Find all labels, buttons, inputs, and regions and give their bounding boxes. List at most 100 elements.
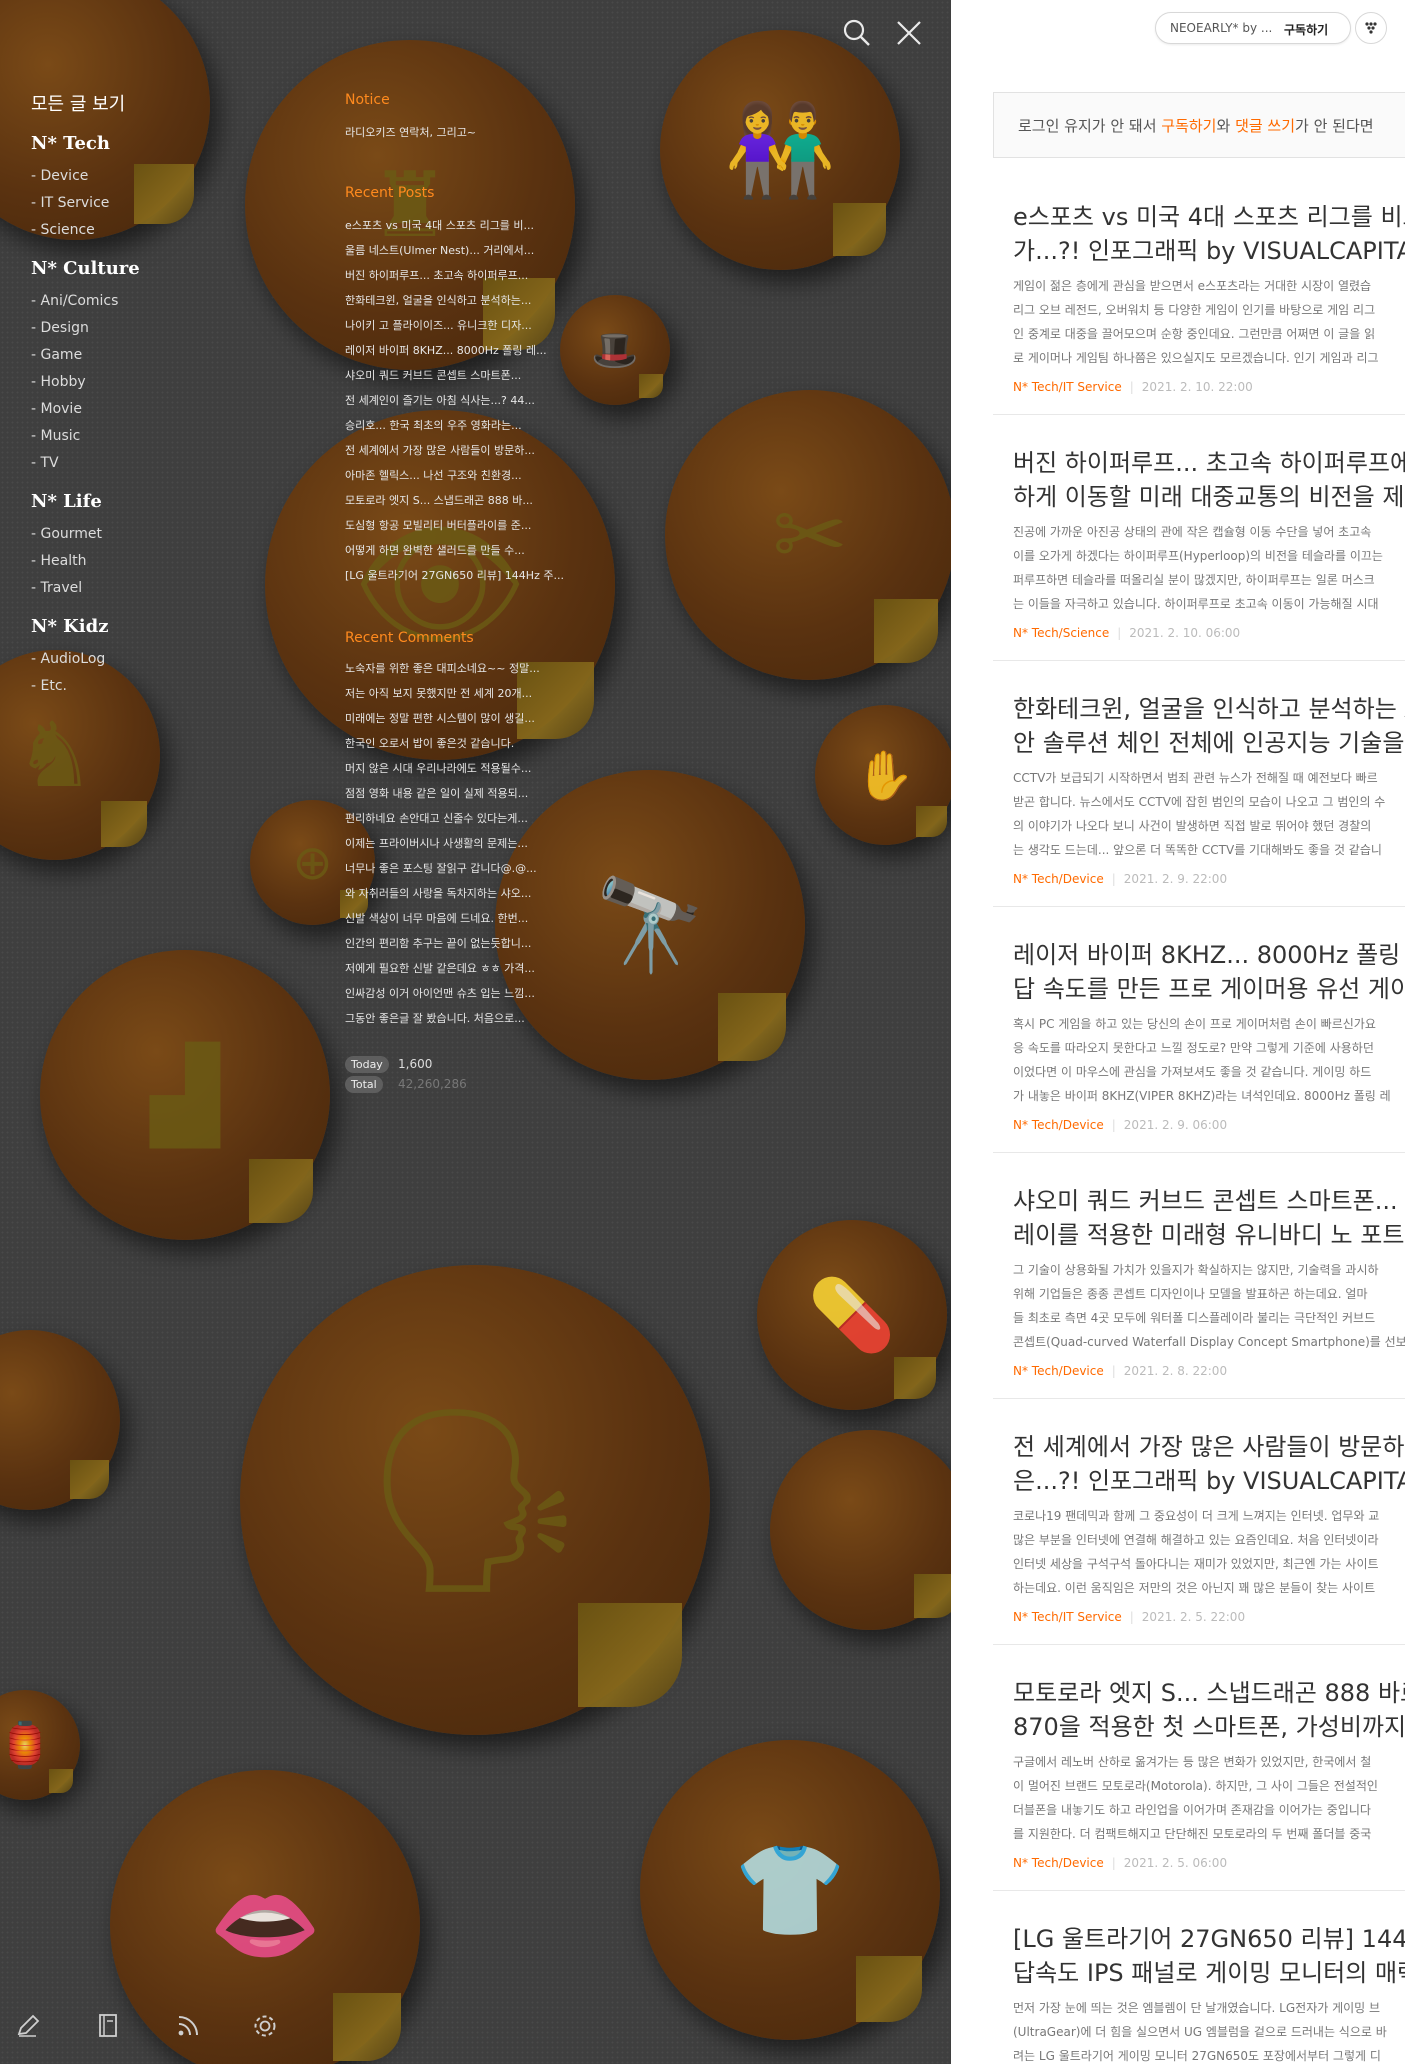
- recent-comment-item[interactable]: 저는 아직 보지 못했지만 전 세계 20개...: [345, 685, 580, 701]
- recent-post-item[interactable]: 도심형 항공 모빌리티 버터플라이를 준...: [345, 517, 580, 533]
- post-card[interactable]: 한화테크윈, 얼굴을 인식하고 분석하는 A안 솔루션 체인 전체에 인공지능 …: [993, 660, 1405, 886]
- category-item-health[interactable]: - Health: [31, 553, 86, 569]
- category-item-music[interactable]: - Music: [31, 428, 80, 444]
- post-card[interactable]: e스포츠 vs 미국 4대 스포츠 리그를 비교 가...?! 인포그래픽 by …: [993, 200, 1405, 394]
- recent-comment-item[interactable]: 신발 색상이 너무 마음에 드네요. 한번...: [345, 910, 580, 926]
- subscribe-button[interactable]: 구독하기: [1284, 21, 1328, 38]
- all-posts-link[interactable]: 모든 글 보기: [31, 90, 125, 116]
- post-category-link[interactable]: N* Tech/Device: [1013, 1118, 1104, 1132]
- menu-button[interactable]: [1355, 12, 1387, 44]
- post-category-link[interactable]: N* Tech/IT Service: [1013, 380, 1122, 394]
- category-n-tech[interactable]: N* Tech: [31, 133, 110, 154]
- post-category-link[interactable]: N* Tech/Device: [1013, 872, 1104, 886]
- category-item-gourmet[interactable]: - Gourmet: [31, 526, 102, 542]
- post-card[interactable]: 전 세계에서 가장 많은 사람들이 방문하는 은...?! 인포그래픽 by VI…: [993, 1398, 1405, 1624]
- book-icon[interactable]: [94, 2012, 122, 2040]
- recent-comment-item[interactable]: 편리하네요 손안대고 신줄수 있다는게...: [345, 810, 580, 826]
- post-title-line[interactable]: 답 속도를 만든 프로 게이머용 유선 게이: [1013, 972, 1405, 1006]
- recent-comment-item[interactable]: 그동안 좋은글 잘 봤습니다. 처음으로...: [345, 1010, 580, 1026]
- post-title-line[interactable]: 한화테크윈, 얼굴을 인식하고 분석하는 A: [1013, 692, 1405, 726]
- close-icon[interactable]: [892, 16, 926, 50]
- recent-comment-item[interactable]: 미래에는 정말 편한 시스템이 많이 생길...: [345, 710, 580, 726]
- recent-post-item[interactable]: 아마존 헬릭스... 나선 구조와 친환경...: [345, 467, 580, 483]
- recent-post-item[interactable]: e스포츠 vs 미국 4대 스포츠 리그를 비...: [345, 217, 580, 233]
- post-title-line[interactable]: 레이저 바이퍼 8KHZ... 8000Hz 폴링 레이: [1013, 938, 1405, 972]
- category-n-culture[interactable]: N* Culture: [31, 258, 140, 279]
- post-card[interactable]: 버진 하이퍼루프... 초고속 하이퍼루프에 하게 이동할 미래 대중교통의 비전…: [993, 414, 1405, 640]
- notice-subscribe-link[interactable]: 구독하기: [1161, 117, 1216, 135]
- recent-post-item[interactable]: 한화테크윈, 얼굴을 인식하고 분석하는...: [345, 292, 580, 308]
- post-title[interactable]: 전 세계에서 가장 많은 사람들이 방문하는 은...?! 인포그래픽 by VI…: [1013, 1430, 1405, 1498]
- recent-post-item[interactable]: 샤오미 쿼드 커브드 콘셉트 스마트폰...: [345, 367, 580, 383]
- category-item-game[interactable]: - Game: [31, 347, 82, 363]
- category-item-hobby[interactable]: - Hobby: [31, 374, 86, 390]
- notice-item[interactable]: 라디오키즈 연락처, 그리고~: [345, 124, 580, 140]
- post-card[interactable]: [LG 울트라기어 27GN650 리뷰] 144Hz 답속도 IPS 패널로 게…: [993, 1890, 1405, 2068]
- post-title-line[interactable]: [LG 울트라기어 27GN650 리뷰] 144Hz: [1013, 1922, 1405, 1956]
- post-category-link[interactable]: N* Tech/Science: [1013, 626, 1109, 640]
- category-item-travel[interactable]: - Travel: [31, 580, 82, 596]
- post-title-line[interactable]: 답속도 IPS 패널로 게이밍 모니터의 매력: [1013, 1956, 1405, 1990]
- category-item-etc[interactable]: - Etc.: [31, 678, 67, 694]
- post-title[interactable]: [LG 울트라기어 27GN650 리뷰] 144Hz 답속도 IPS 패널로 게…: [1013, 1922, 1405, 1990]
- recent-post-item[interactable]: 울름 네스트(Ulmer Nest)... 거리에서...: [345, 242, 580, 258]
- post-card[interactable]: 모토로라 엣지 S... 스냅드래곤 888 바로 870을 적용한 첫 스마트폰…: [993, 1644, 1405, 1870]
- recent-post-item[interactable]: 나이키 고 플라이이즈... 유니크한 디자...: [345, 317, 580, 333]
- recent-post-item[interactable]: 모토로라 엣지 S... 스냅드래곤 888 바...: [345, 492, 580, 508]
- post-title-line[interactable]: e스포츠 vs 미국 4대 스포츠 리그를 비교: [1013, 200, 1405, 234]
- post-title-line[interactable]: 전 세계에서 가장 많은 사람들이 방문하는: [1013, 1430, 1405, 1464]
- post-card[interactable]: 레이저 바이퍼 8KHZ... 8000Hz 폴링 레이답 속도를 만든 프로 …: [993, 906, 1405, 1132]
- gear-icon[interactable]: [251, 2012, 279, 2040]
- post-title[interactable]: 레이저 바이퍼 8KHZ... 8000Hz 폴링 레이답 속도를 만든 프로 …: [1013, 938, 1405, 1006]
- post-title-line[interactable]: 은...?! 인포그래픽 by VISUALCAPITAL: [1013, 1464, 1405, 1498]
- post-title-line[interactable]: 레이를 적용한 미래형 유니바디 노 포트: [1013, 1218, 1405, 1252]
- recent-post-item[interactable]: 버진 하이퍼루프... 초고속 하이퍼루프...: [345, 267, 580, 283]
- category-item-ani-comics[interactable]: - Ani/Comics: [31, 293, 118, 309]
- category-n-life[interactable]: N* Life: [31, 491, 102, 512]
- post-category-link[interactable]: N* Tech/Device: [1013, 1856, 1104, 1870]
- recent-comment-item[interactable]: 와 자취러들의 사랑을 독차지하는 샤오...: [345, 885, 580, 901]
- subscribe-pill[interactable]: NEOEARLY* by ... 구독하기: [1155, 12, 1351, 44]
- post-title[interactable]: 버진 하이퍼루프... 초고속 하이퍼루프에 하게 이동할 미래 대중교통의 비전…: [1013, 446, 1405, 514]
- recent-comment-item[interactable]: 인싸감성 이거 아이언맨 슈츠 입는 느낌...: [345, 985, 580, 1001]
- post-title[interactable]: 모토로라 엣지 S... 스냅드래곤 888 바로 870을 적용한 첫 스마트폰…: [1013, 1676, 1405, 1744]
- recent-comment-item[interactable]: 머지 않은 시대 우리나라에도 적용될수...: [345, 760, 580, 776]
- category-item-science[interactable]: - Science: [31, 222, 95, 238]
- recent-comment-item[interactable]: 한국인 오로서 밥이 좋은것 같습니다.: [345, 735, 580, 751]
- search-icon[interactable]: [840, 16, 874, 50]
- category-item-audiolog[interactable]: - AudioLog: [31, 651, 105, 667]
- category-item-design[interactable]: - Design: [31, 320, 89, 336]
- category-item-movie[interactable]: - Movie: [31, 401, 82, 417]
- post-card[interactable]: 샤오미 쿼드 커브드 콘셉트 스마트폰... 워 레이를 적용한 미래형 유니바디…: [993, 1152, 1405, 1378]
- recent-comment-item[interactable]: 너무나 좋은 포스팅 잘읽구 갑니다@.@...: [345, 860, 580, 876]
- post-category-link[interactable]: N* Tech/IT Service: [1013, 1610, 1122, 1624]
- post-title-line[interactable]: 안 솔루션 체인 전체에 인공지능 기술을: [1013, 726, 1405, 760]
- recent-post-item[interactable]: 어떻게 하면 완벽한 샐러드를 만들 수...: [345, 542, 580, 558]
- category-item-tv[interactable]: - TV: [31, 455, 59, 471]
- recent-comment-item[interactable]: 이제는 프라이버시나 사생활의 문제는...: [345, 835, 580, 851]
- recent-comment-item[interactable]: 노숙자를 위한 좋은 대피소네요~~ 정말...: [345, 660, 580, 676]
- post-title[interactable]: 한화테크윈, 얼굴을 인식하고 분석하는 A안 솔루션 체인 전체에 인공지능 …: [1013, 692, 1405, 760]
- post-title-line[interactable]: 하게 이동할 미래 대중교통의 비전을 제: [1013, 480, 1405, 514]
- rss-icon[interactable]: [174, 2012, 202, 2040]
- recent-post-item[interactable]: 전 세계인이 즐기는 아침 식사는...? 44...: [345, 392, 580, 408]
- post-category-link[interactable]: N* Tech/Device: [1013, 1364, 1104, 1378]
- recent-post-item[interactable]: 전 세계에서 가장 많은 사람들이 방문하...: [345, 442, 580, 458]
- post-title-line[interactable]: 가...?! 인포그래픽 by VISUALCAPITAL: [1013, 234, 1405, 268]
- post-title-line[interactable]: 모토로라 엣지 S... 스냅드래곤 888 바로: [1013, 1676, 1405, 1710]
- post-title-line[interactable]: 샤오미 쿼드 커브드 콘셉트 스마트폰... 워: [1013, 1184, 1405, 1218]
- recent-post-item[interactable]: 레이저 바이퍼 8KHZ... 8000Hz 폴링 레...: [345, 342, 580, 358]
- recent-post-item[interactable]: 승리호... 한국 최초의 우주 영화라는...: [345, 417, 580, 433]
- recent-comment-item[interactable]: 저에게 필요한 신발 같은데요 ㅎㅎ 가격...: [345, 960, 580, 976]
- category-item-device[interactable]: - Device: [31, 168, 88, 184]
- category-item-it-service[interactable]: - IT Service: [31, 195, 109, 211]
- recent-post-item[interactable]: [LG 울트라기어 27GN650 리뷰] 144Hz 주...: [345, 567, 580, 583]
- post-title[interactable]: e스포츠 vs 미국 4대 스포츠 리그를 비교 가...?! 인포그래픽 by …: [1013, 200, 1405, 268]
- notice-comment-link[interactable]: 댓글 쓰기: [1235, 117, 1295, 135]
- recent-comment-item[interactable]: 인간의 편리함 추구는 끝이 없는듯합니...: [345, 935, 580, 951]
- recent-comment-item[interactable]: 점점 영화 내용 같은 일이 실제 적용되...: [345, 785, 580, 801]
- post-title-line[interactable]: 870을 적용한 첫 스마트폰, 가성비까지: [1013, 1710, 1405, 1744]
- post-title[interactable]: 샤오미 쿼드 커브드 콘셉트 스마트폰... 워 레이를 적용한 미래형 유니바디…: [1013, 1184, 1405, 1252]
- category-n-kidz[interactable]: N* Kidz: [31, 616, 108, 637]
- post-title-line[interactable]: 버진 하이퍼루프... 초고속 하이퍼루프에: [1013, 446, 1405, 480]
